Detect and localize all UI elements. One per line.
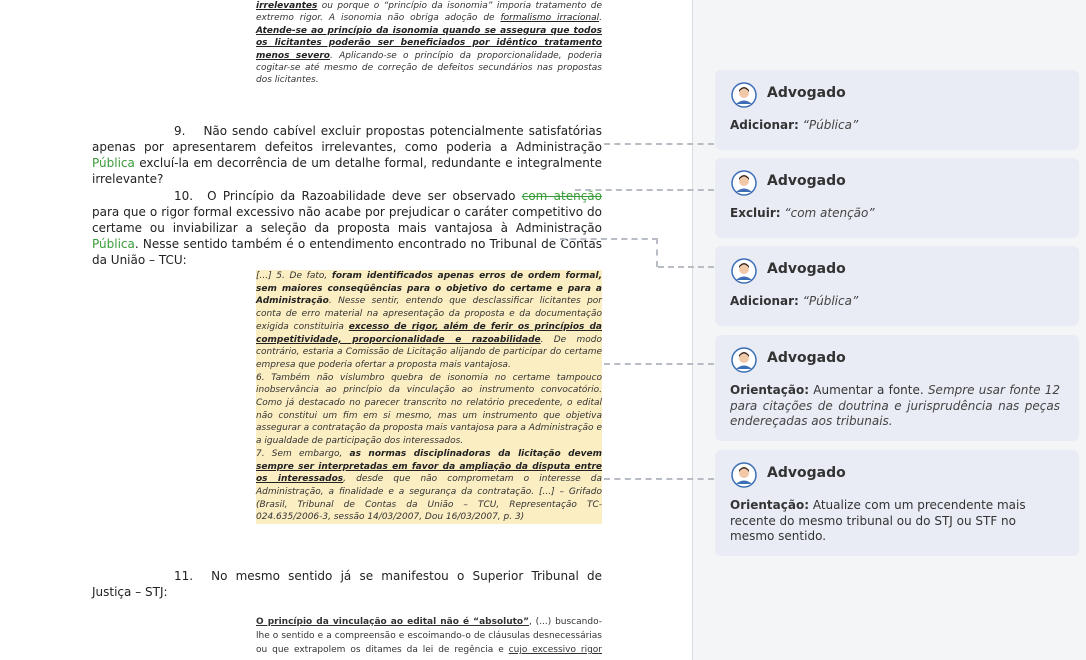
comment-author: Advogado [767, 173, 846, 189]
tcu-quote[interactable]: [...] 5. De fato, foram identificados ap… [256, 270, 602, 525]
comment-connector [604, 478, 714, 480]
comment-connector [575, 189, 714, 191]
inserted-text: Pública [92, 156, 135, 170]
comment-author: Advogado [767, 261, 846, 277]
comment-connector [560, 238, 658, 240]
comment-card[interactable]: Advogado Adicionar: “Pública” [715, 70, 1079, 150]
comment-author: Advogado [767, 465, 846, 481]
user-avatar-icon [731, 347, 757, 373]
user-avatar-icon [731, 258, 757, 284]
user-avatar-icon [731, 462, 757, 488]
comment-connector [658, 266, 714, 268]
comment-card[interactable]: Advogado Orientação: Atualize com um pre… [715, 450, 1079, 556]
paragraph-11[interactable]: 11. No mesmo sentido já se manifestou o S… [92, 568, 602, 600]
paragraph-9[interactable]: 9. Não sendo cabível excluir propostas po… [92, 123, 602, 187]
inserted-text: Pública [92, 237, 135, 251]
user-avatar-icon [731, 82, 757, 108]
comment-text: Adicionar: “Pública” [730, 294, 859, 308]
comment-card[interactable]: Advogado Adicionar: “Pública” [715, 246, 1079, 326]
comment-text: Orientação: Atualize com um precendente … [730, 498, 1026, 543]
comment-card[interactable]: Advogado Excluir: “com atenção” [715, 158, 1079, 238]
comment-connector [604, 363, 714, 365]
paragraph-10[interactable]: 10. O Princípio da Razoabilidade deve ser… [92, 188, 602, 268]
deleted-text: com atenção [521, 189, 602, 203]
comment-text: Adicionar: “Pública” [730, 118, 859, 132]
user-avatar-icon [731, 170, 757, 196]
stj-quote[interactable]: O princípio da vinculação ao edital não … [256, 615, 602, 660]
comment-text: Excluir: “com atenção” [730, 206, 875, 220]
comment-connector [656, 238, 658, 267]
comment-text: Orientação: Aumentar a fonte. Sempre usa… [730, 383, 1060, 428]
document-area[interactable]: irrelevantes ou porque o “princípio da i… [0, 0, 692, 660]
comment-card[interactable]: Advogado Orientação: Aumentar a fonte. S… [715, 335, 1079, 441]
top-quote: irrelevantes ou porque o “princípio da i… [256, 1, 602, 86]
comment-author: Advogado [767, 350, 846, 366]
comment-connector [604, 143, 714, 145]
comment-author: Advogado [767, 85, 846, 101]
